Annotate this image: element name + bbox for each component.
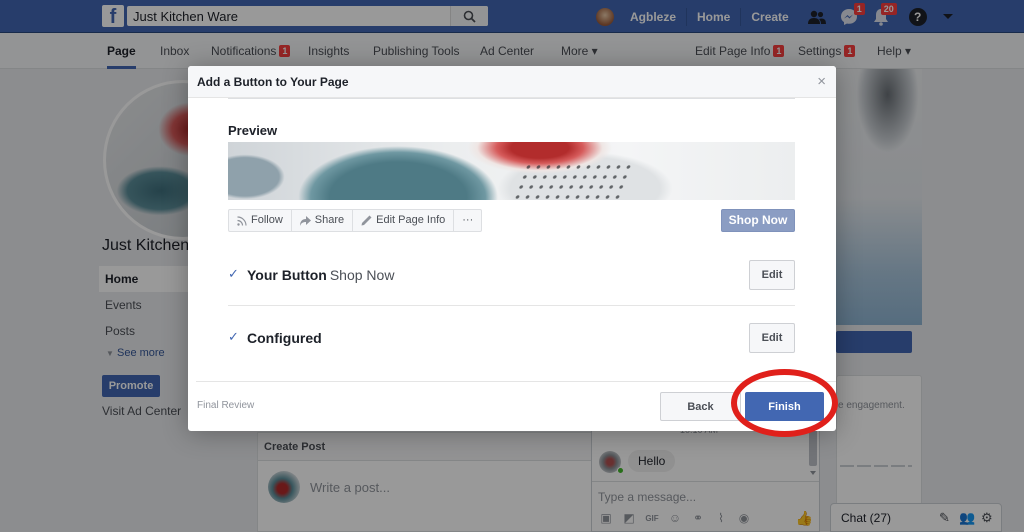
close-icon[interactable]: × [817, 66, 826, 98]
share-label: Share [314, 214, 345, 226]
divider [228, 98, 795, 99]
edit-page-info-label: Edit Page Info [376, 214, 446, 226]
share-button[interactable]: Share [292, 210, 354, 231]
dialog-title: Add a Button to Your Page [197, 75, 349, 89]
follow-button[interactable]: Follow [229, 210, 292, 231]
finish-button[interactable]: Finish [745, 392, 824, 421]
footer-divider [196, 381, 836, 382]
preview-heading: Preview [228, 123, 278, 138]
add-button-dialog: Add a Button to Your Page × Preview Foll… [188, 66, 836, 431]
row-title: Your Button Shop Now [247, 267, 394, 283]
edit-page-info-button[interactable]: Edit Page Info [353, 210, 455, 231]
checkmark-icon: ✓ [228, 266, 239, 281]
your-button-label: Your Button [247, 267, 327, 283]
dialog-header: Add a Button to Your Page × [188, 66, 836, 98]
follow-label: Follow [251, 214, 283, 226]
colander-pattern [510, 162, 636, 200]
your-button-value: Shop Now [329, 267, 395, 283]
preview-cover-photo [228, 142, 795, 200]
your-button-row: ✓ Your Button Shop Now Edit [228, 260, 795, 290]
share-arrow-icon [299, 215, 311, 226]
shop-now-preview-button: Shop Now [721, 209, 795, 232]
pencil-icon [361, 215, 372, 226]
step-label: Final Review [197, 400, 255, 411]
edit-button-button[interactable]: Edit [749, 260, 795, 290]
rss-follow-icon [237, 215, 247, 226]
edit-configuration-button[interactable]: Edit [749, 323, 795, 353]
back-button[interactable]: Back [660, 392, 741, 421]
checkmark-icon: ✓ [228, 329, 239, 344]
configured-row: ✓ Configured Edit [228, 323, 795, 353]
divider [228, 305, 795, 306]
more-options-button[interactable]: ··· [454, 210, 481, 231]
preview-action-bar: Follow Share Edit Page Info ··· [228, 209, 483, 232]
configured-label: Configured [247, 330, 322, 346]
